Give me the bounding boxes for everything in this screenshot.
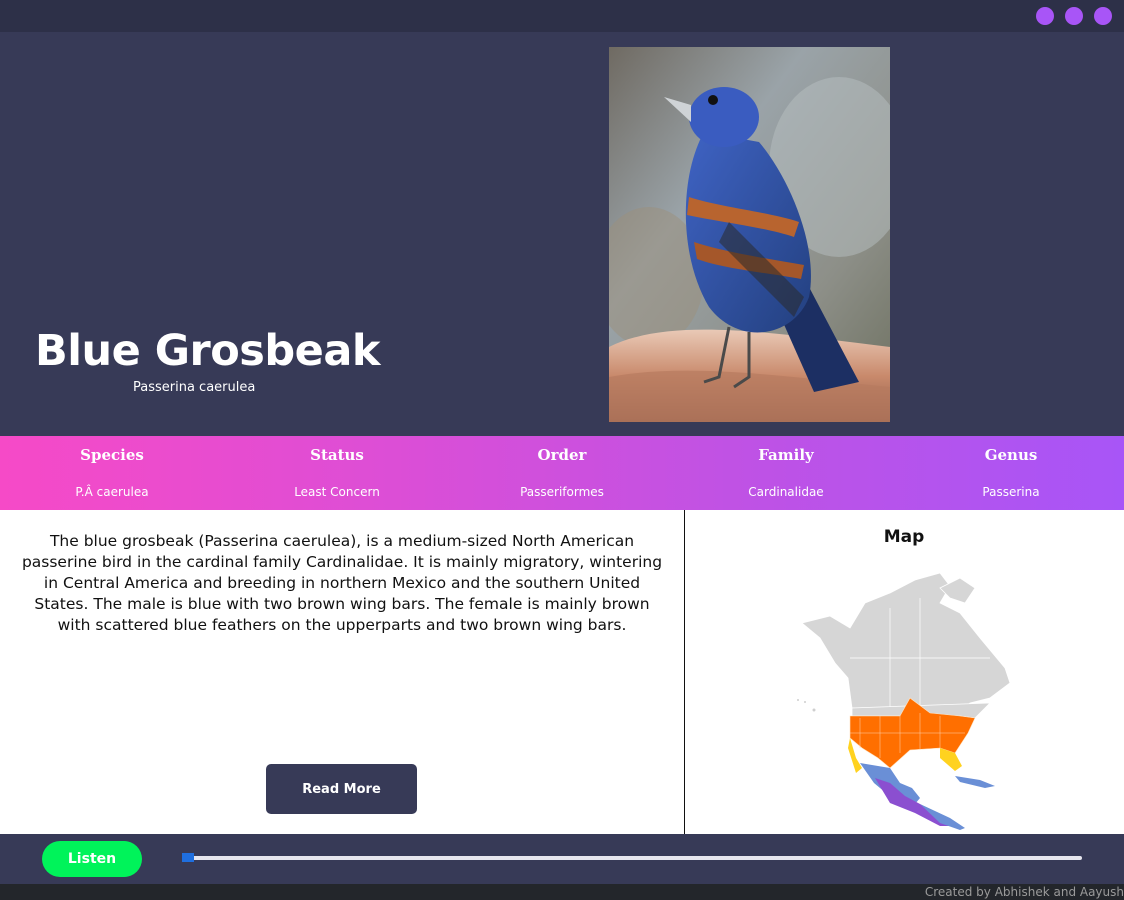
taxonomy-label: Order bbox=[537, 446, 587, 464]
taxonomy-label: Family bbox=[758, 446, 814, 464]
taxonomy-label: Species bbox=[80, 446, 144, 464]
maximize-window-button[interactable] bbox=[1065, 7, 1083, 25]
taxonomy-label: Status bbox=[310, 446, 364, 464]
read-more-button[interactable]: Read More bbox=[266, 764, 417, 814]
credit-text: Created by Abhishek and Aayush bbox=[924, 885, 1124, 899]
taxonomy-value: P.Â caerulea bbox=[75, 485, 149, 499]
audio-progress-track[interactable] bbox=[184, 856, 1082, 860]
taxonomy-species: Species P.Â caerulea bbox=[0, 436, 224, 510]
taxonomy-value: Cardinalidae bbox=[748, 485, 824, 499]
taxonomy-family: Family Cardinalidae bbox=[674, 436, 898, 510]
listen-button[interactable]: Listen bbox=[42, 841, 142, 877]
bird-scientific-name: Passerina caerulea bbox=[133, 380, 256, 395]
content-divider bbox=[684, 510, 685, 834]
bird-common-name: Blue Grosbeak bbox=[35, 326, 380, 376]
map-title: Map bbox=[883, 527, 925, 547]
hero-section: Blue Grosbeak Passerina caerulea bbox=[0, 32, 1124, 436]
content-panel: The blue grosbeak (Passerina caerulea), … bbox=[0, 510, 1124, 834]
title-bar bbox=[0, 0, 1124, 32]
taxonomy-value: Least Concern bbox=[294, 485, 380, 499]
taxonomy-status: Status Least Concern bbox=[225, 436, 449, 510]
taxonomy-genus: Genus Passerina bbox=[899, 436, 1123, 510]
audio-player: Listen bbox=[0, 834, 1124, 884]
footer: Created by Abhishek and Aayush bbox=[0, 884, 1124, 900]
taxonomy-bar: Species P.Â caerulea Status Least Concer… bbox=[0, 436, 1124, 510]
minimize-window-button[interactable] bbox=[1036, 7, 1054, 25]
bird-photo bbox=[609, 47, 890, 422]
close-window-button[interactable] bbox=[1094, 7, 1112, 25]
taxonomy-value: Passerina bbox=[982, 485, 1040, 499]
taxonomy-order: Order Passeriformes bbox=[450, 436, 674, 510]
bird-description: The blue grosbeak (Passerina caerulea), … bbox=[21, 532, 663, 634]
audio-progress-thumb[interactable] bbox=[182, 853, 194, 862]
taxonomy-value: Passeriformes bbox=[520, 485, 604, 499]
taxonomy-label: Genus bbox=[984, 446, 1038, 464]
range-map bbox=[790, 568, 1020, 830]
